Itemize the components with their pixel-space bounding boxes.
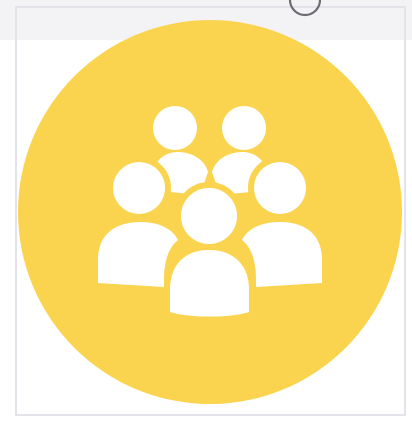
rotate-handle-icon[interactable] [286,0,324,24]
image-selection-frame[interactable] [15,0,406,416]
